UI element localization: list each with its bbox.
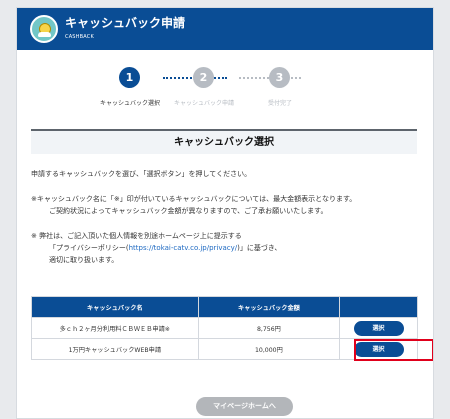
privacy-policy-prefix: 「プライバシーポリシー( [49, 244, 129, 252]
step-label-3: 受付完了 [267, 100, 292, 107]
table-header-row: キャッシュバック名 キャッシュバック金額 [31, 296, 418, 318]
privacy-note: ※ 弊社は、ご記入頂いた個人情報を別途ホームページ上に提示する 「プライバシーポ… [31, 230, 418, 266]
step-cashback-select: 1 キャッシュバック選択 [95, 67, 165, 109]
select-column-header [339, 296, 418, 318]
step-number-2: 2 [193, 67, 214, 88]
select-cell: 選択 [339, 338, 418, 360]
cashback-panel: キャッシュバック申請 CASHBACK 1 キャッシュバック選択 2 キャッシュ… [16, 7, 434, 419]
select-cell: 選択 [339, 317, 418, 339]
mypage-home-button[interactable]: マイページホームへ [196, 397, 293, 416]
cashback-page: キャッシュバック申請 CASHBACK 1 キャッシュバック選択 2 キャッシュ… [0, 0, 450, 419]
step-cashback-apply: 2 キャッシュバック申請 [169, 67, 239, 109]
cashback-amount-header: キャッシュバック金額 [197, 296, 341, 318]
cashback-name-header: キャッシュバック名 [31, 296, 199, 318]
privacy-policy-suffix: )」に基づき、 [237, 244, 282, 252]
step-complete: 3 受付完了 [245, 67, 315, 109]
cashback-note-line-2: ご契約状況によってキャッシュバック金額が異なりますので、ご了承お願いいたします。 [49, 207, 328, 215]
select-button-row-2[interactable]: 選択 [353, 341, 404, 357]
table-row: 1万円キャッシュバックWEB申請 10,000円 選択 [31, 338, 418, 360]
cashback-note: ※キャッシュバック名に「※」印が付いているキャッシュバックについては、最大金額表… [31, 193, 418, 217]
section-title: キャッシュバック選択 [31, 129, 417, 154]
cashback-amount-cell: 10,000円 [197, 338, 341, 360]
cashback-note-line-1: ※キャッシュバック名に「※」印が付いているキャッシュバックについては、最大金額表… [31, 195, 357, 203]
cashback-name-cell: 1万円キャッシュバックWEB申請 [31, 338, 199, 360]
privacy-note-line-3: 適切に取り扱います。 [49, 256, 119, 264]
instruction-line: 申請するキャッシュバックを選び、「選択ボタン」を押してください。 [31, 170, 252, 178]
hand-icon [38, 32, 51, 37]
app-title: キャッシュバック申請 [65, 16, 186, 30]
step-number-3: 3 [269, 67, 290, 88]
privacy-policy-link[interactable]: https://tokai-catv.co.jp/privacy/ [129, 244, 238, 252]
table-row: 多ｃｈ２ヶ月分利用料ＣＢＷＥＢ申請※ 8,756円 選択 [31, 317, 418, 339]
cashback-table: キャッシュバック名 キャッシュバック金額 多ｃｈ２ヶ月分利用料ＣＢＷＥＢ申請※ … [31, 296, 418, 360]
privacy-note-line-2: 「プライバシーポリシー(https://tokai-catv.co.jp/pri… [49, 242, 418, 254]
cashback-name-cell: 多ｃｈ２ヶ月分利用料ＣＢＷＥＢ申請※ [31, 317, 199, 339]
app-header: キャッシュバック申請 CASHBACK [17, 8, 433, 50]
app-subtitle: CASHBACK [65, 34, 94, 40]
cashback-hand-coin-icon [30, 15, 58, 43]
cashback-amount-cell: 8,756円 [197, 317, 341, 339]
instruction-text: 申請するキャッシュバックを選び、「選択ボタン」を押してください。 [31, 168, 418, 180]
privacy-note-line-1: ※ 弊社は、ご記入頂いた個人情報を別途ホームページ上に提示する [31, 232, 242, 240]
progress-stepper: 1 キャッシュバック選択 2 キャッシュバック申請 3 受付完了 [95, 67, 355, 109]
step-number-1: 1 [119, 67, 140, 88]
select-button-row-1[interactable]: 選択 [353, 320, 404, 336]
